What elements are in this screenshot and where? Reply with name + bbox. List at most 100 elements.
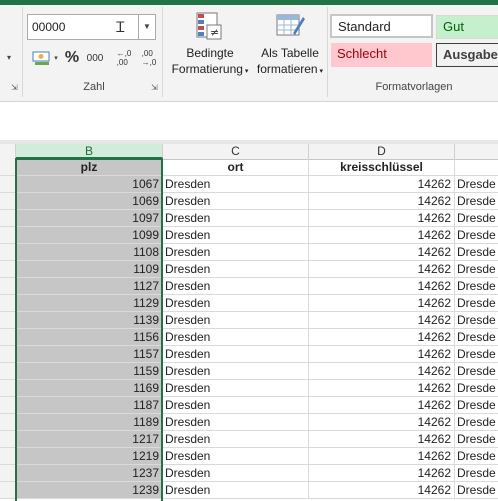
row-header[interactable] (0, 312, 16, 329)
row-header[interactable] (0, 210, 16, 227)
cell-e[interactable]: Dresde (455, 244, 498, 261)
cell-ort[interactable]: Dresden (163, 363, 309, 380)
row-header[interactable] (0, 244, 16, 261)
cell-kreisschluessel[interactable]: 14262 (309, 193, 455, 210)
cell-plz[interactable]: 1108 (16, 244, 163, 261)
cell-ort[interactable]: Dresden (163, 193, 309, 210)
cell-kreisschluessel[interactable]: 14262 (309, 278, 455, 295)
cell-kreisschluessel[interactable]: 14262 (309, 465, 455, 482)
cell-kreisschluessel[interactable]: 14262 (309, 363, 455, 380)
cell-e[interactable]: Dresde (455, 397, 498, 414)
row-header[interactable] (0, 363, 16, 380)
row-header[interactable] (0, 482, 16, 499)
cell-ort[interactable]: Dresden (163, 261, 309, 278)
cell-d-header[interactable]: kreisschlüssel (309, 159, 455, 176)
row-header[interactable] (0, 431, 16, 448)
cell-c-header[interactable]: ort (163, 159, 309, 176)
cell-plz[interactable]: 1189 (16, 414, 163, 431)
cell-kreisschluessel[interactable]: 14262 (309, 380, 455, 397)
cell-plz[interactable]: 1129 (16, 295, 163, 312)
cell-ort[interactable]: Dresden (163, 227, 309, 244)
cell-e[interactable]: Dresde (455, 482, 498, 499)
cell-plz[interactable]: 1067 (16, 176, 163, 193)
cell-kreisschluessel[interactable]: 14262 (309, 312, 455, 329)
row-header[interactable] (0, 295, 16, 312)
cell-e[interactable]: Dresde (455, 380, 498, 397)
cell-ort[interactable]: Dresden (163, 210, 309, 227)
formula-bar-area[interactable] (0, 102, 498, 141)
cell-ort[interactable]: Dresden (163, 295, 309, 312)
cell-plz[interactable]: 1156 (16, 329, 163, 346)
cell-ort[interactable]: Dresden (163, 380, 309, 397)
style-ausgabe[interactable]: Ausgabe (436, 43, 498, 67)
style-standard[interactable]: Standard (330, 14, 433, 38)
cell-ort[interactable]: Dresden (163, 346, 309, 363)
row-header[interactable] (0, 278, 16, 295)
column-header-b[interactable]: B (16, 144, 163, 159)
cell-kreisschluessel[interactable]: 14262 (309, 176, 455, 193)
cell-kreisschluessel[interactable]: 14262 (309, 397, 455, 414)
row-header[interactable] (0, 227, 16, 244)
row-header[interactable] (0, 261, 16, 278)
cell-ort[interactable]: Dresden (163, 397, 309, 414)
cell-plz[interactable]: 1187 (16, 397, 163, 414)
cell-e[interactable]: Dresde (455, 329, 498, 346)
cell-ort[interactable]: Dresden (163, 431, 309, 448)
cell-e[interactable]: Dresde (455, 295, 498, 312)
cell-kreisschluessel[interactable]: 14262 (309, 295, 455, 312)
cell-plz[interactable]: 1157 (16, 346, 163, 363)
cell-ort[interactable]: Dresden (163, 414, 309, 431)
cell-e[interactable]: Dresde (455, 414, 498, 431)
cell-e[interactable]: Dresde (455, 261, 498, 278)
cell-ort[interactable]: Dresden (163, 176, 309, 193)
cell-kreisschluessel[interactable]: 14262 (309, 329, 455, 346)
cell-ort[interactable]: Dresden (163, 312, 309, 329)
row-header[interactable] (0, 193, 16, 210)
cell-e[interactable]: Dresde (455, 431, 498, 448)
dialog-launcher-icon[interactable]: ⇲ (11, 84, 19, 92)
column-header-e[interactable] (455, 144, 498, 159)
cell-plz[interactable]: 1139 (16, 312, 163, 329)
percent-style-button[interactable]: % (63, 47, 81, 69)
cell-ort[interactable]: Dresden (163, 278, 309, 295)
decrease-decimal-button[interactable]: ←,0 ,00 (113, 47, 135, 69)
format-as-table-icon[interactable] (275, 11, 305, 41)
row-header[interactable] (0, 159, 16, 176)
cell-e[interactable]: Dresde (455, 448, 498, 465)
column-header-d[interactable]: D (309, 144, 455, 159)
accounting-format-button[interactable]: ▾ (28, 47, 62, 69)
increase-decimal-button[interactable]: ,00 →,0 (138, 47, 160, 69)
cell-plz[interactable]: 1099 (16, 227, 163, 244)
row-header[interactable] (0, 346, 16, 363)
cell-plz[interactable]: 1239 (16, 482, 163, 499)
left-group-dropdown-icon[interactable]: ▾ (4, 51, 14, 63)
cell-e[interactable]: Dresde (455, 363, 498, 380)
cell-plz[interactable]: 1169 (16, 380, 163, 397)
cell-e[interactable]: Dresde (455, 176, 498, 193)
cell-e[interactable]: Dresde (455, 210, 498, 227)
cell-e[interactable]: Dresde (455, 227, 498, 244)
cell-plz[interactable]: 1127 (16, 278, 163, 295)
cell-kreisschluessel[interactable]: 14262 (309, 210, 455, 227)
format-as-table-button[interactable]: Als Tabelle formatieren ▾ (252, 45, 328, 80)
cell-plz[interactable]: 1069 (16, 193, 163, 210)
cell-e[interactable]: Dresde (455, 312, 498, 329)
cell-plz[interactable]: 1109 (16, 261, 163, 278)
cell-kreisschluessel[interactable]: 14262 (309, 414, 455, 431)
row-header[interactable] (0, 176, 16, 193)
cell-ort[interactable]: Dresden (163, 482, 309, 499)
cell-b-header[interactable]: plz (16, 159, 163, 176)
cell-kreisschluessel[interactable]: 14262 (309, 261, 455, 278)
row-header[interactable] (0, 465, 16, 482)
cell-e[interactable]: Dresde (455, 465, 498, 482)
row-header[interactable] (0, 380, 16, 397)
cell-kreisschluessel[interactable]: 14262 (309, 244, 455, 261)
cell-kreisschluessel[interactable]: 14262 (309, 431, 455, 448)
cell-kreisschluessel[interactable]: 14262 (309, 482, 455, 499)
column-header-c[interactable]: C (163, 144, 309, 159)
cell-e[interactable]: Dresde (455, 193, 498, 210)
cell-e[interactable]: Dresde (455, 346, 498, 363)
cell-e-header[interactable] (455, 159, 498, 176)
cell-plz[interactable]: 1219 (16, 448, 163, 465)
cell-plz[interactable]: 1159 (16, 363, 163, 380)
